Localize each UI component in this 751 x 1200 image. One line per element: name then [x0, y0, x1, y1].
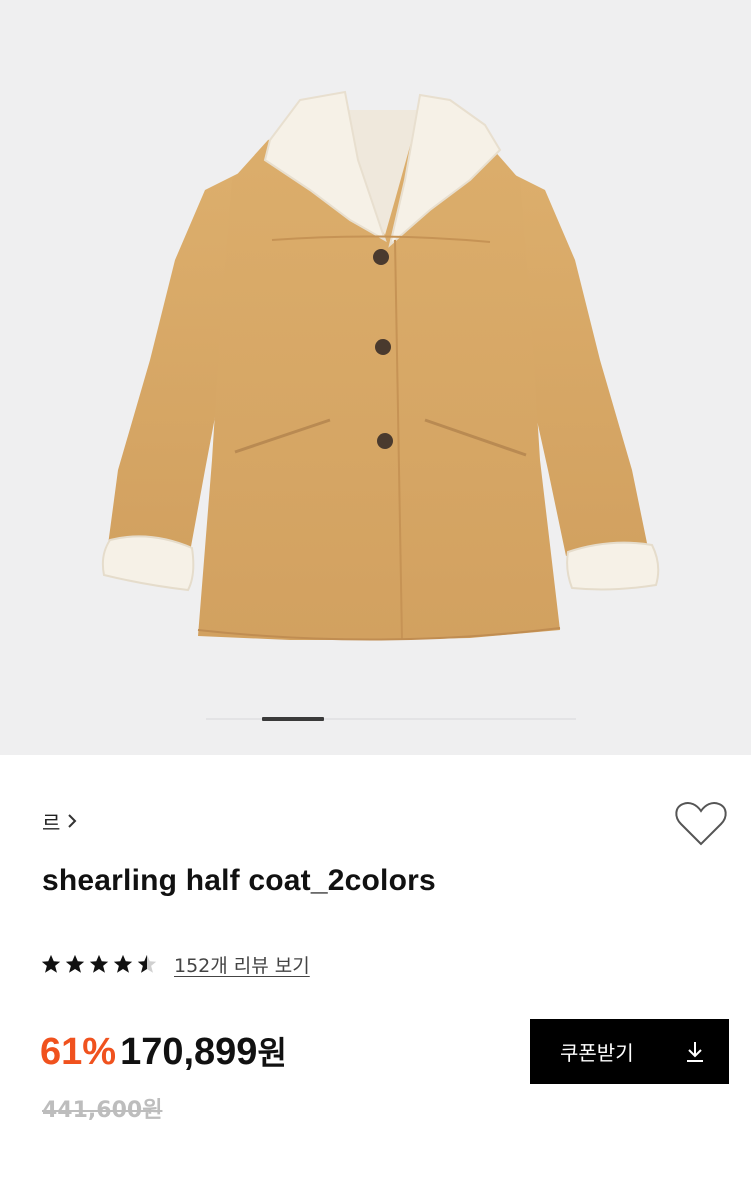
coupon-button-label: 쿠폰받기: [560, 1041, 634, 1065]
currency-unit: 원: [257, 1034, 287, 1072]
price-row: 61% 170,899 원: [40, 1028, 287, 1074]
pager-dot[interactable]: [206, 718, 262, 720]
pager-dot-active[interactable]: [262, 717, 324, 721]
rating-row: 152개 리뷰 보기: [40, 950, 310, 978]
product-image-gallery[interactable]: [0, 0, 751, 755]
brand-link[interactable]: 르: [42, 806, 78, 836]
star-icon: [89, 954, 109, 973]
product-image: [101, 90, 660, 641]
pager-dot[interactable]: [324, 718, 380, 720]
pager-dot[interactable]: [436, 718, 576, 720]
pager-dot[interactable]: [380, 718, 436, 720]
download-icon: [687, 1041, 703, 1062]
sale-price: 170,899: [120, 1031, 258, 1073]
coupon-download-button[interactable]: 쿠폰받기: [530, 1019, 729, 1084]
chevron-right-icon: [68, 814, 77, 828]
brand-name: 르: [42, 810, 61, 835]
star-icon: [113, 954, 133, 973]
star-half-icon: [137, 954, 157, 973]
review-link[interactable]: 152개 리뷰 보기: [174, 951, 310, 978]
product-title: shearling half coat_2colors: [42, 864, 436, 897]
star-icon: [41, 954, 61, 973]
heart-icon[interactable]: [674, 800, 728, 848]
discount-rate: 61%: [40, 1031, 117, 1073]
star-rating: [40, 953, 158, 975]
original-price: 441,600원: [42, 1098, 163, 1123]
star-icon: [65, 954, 85, 973]
gallery-pager: [0, 715, 751, 723]
